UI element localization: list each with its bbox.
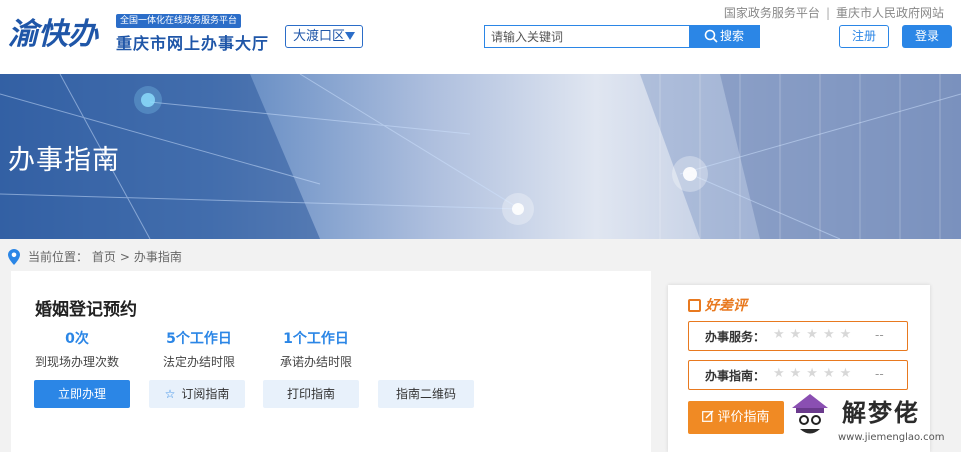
search-input[interactable] bbox=[485, 26, 691, 47]
rating-row-label: 办事服务： bbox=[705, 330, 766, 344]
rating-row-value: -- bbox=[875, 367, 884, 381]
edit-icon bbox=[702, 410, 714, 422]
search-bar: 搜索 bbox=[484, 25, 760, 48]
location-pin-icon bbox=[8, 249, 20, 265]
stat-label: 承诺办结时限 bbox=[279, 355, 352, 369]
stat-legal-limit: 5个工作日 法定办结时限 bbox=[161, 328, 237, 370]
subscribe-guide-button[interactable]: ☆ 订阅指南 bbox=[149, 380, 245, 408]
apply-now-button[interactable]: 立即办理 bbox=[34, 380, 130, 408]
site-header: 渝快办 全国一体化在线政务服务平台 重庆市网上办事大厅 大渡口区 搜索 国家政务… bbox=[0, 0, 961, 74]
logo-icon[interactable]: 渝快办 bbox=[6, 8, 114, 54]
subscribe-guide-label: 订阅指南 bbox=[181, 387, 230, 401]
stat-value: 1个工作日 bbox=[283, 331, 349, 347]
evaluate-guide-label: 评价指南 bbox=[717, 410, 770, 425]
watermark-url: www.jiemenglao.com bbox=[838, 432, 945, 443]
watermark-text: 解梦佬 bbox=[842, 399, 920, 427]
login-button[interactable]: 登录 bbox=[902, 25, 952, 48]
breadcrumb: 当前位置： 首页 > 办事指南 bbox=[0, 246, 182, 268]
print-guide-button[interactable]: 打印指南 bbox=[263, 380, 359, 408]
breadcrumb-separator: > bbox=[119, 250, 130, 264]
evaluate-guide-button[interactable]: 评价指南 bbox=[688, 401, 784, 434]
stat-visit-count: 0次 到现场办理次数 bbox=[35, 328, 119, 370]
star-outline-icon: ☆ bbox=[164, 387, 176, 401]
rating-title-text: 好差评 bbox=[705, 298, 747, 314]
banner-title: 办事指南 bbox=[8, 145, 120, 176]
link-national-platform[interactable]: 国家政务服务平台 bbox=[724, 6, 820, 20]
banner-decoration bbox=[0, 74, 961, 239]
logo-subtitle: 重庆市网上办事大厅 bbox=[116, 34, 270, 53]
service-card: 婚姻登记预约 0次 到现场办理次数 5个工作日 法定办结时限 1个工作日 承诺办… bbox=[11, 271, 651, 452]
top-links: 国家政务服务平台 | 重庆市人民政府网站 bbox=[724, 4, 944, 21]
rating-row-service: 办事服务： ★★★★★ -- bbox=[688, 321, 908, 351]
search-button[interactable]: 搜索 bbox=[689, 26, 759, 47]
region-label: 大渡口区 bbox=[293, 29, 346, 44]
service-title: 婚姻登记预约 bbox=[35, 300, 137, 320]
rating-icon bbox=[688, 299, 701, 312]
svg-text:渝快办: 渝快办 bbox=[8, 17, 99, 52]
rating-row-label: 办事指南： bbox=[705, 369, 766, 383]
stat-promise-limit: 1个工作日 承诺办结时限 bbox=[278, 328, 354, 370]
hero-banner: 办事指南 bbox=[0, 74, 961, 239]
triangle-down-icon bbox=[345, 32, 355, 40]
guide-qrcode-button[interactable]: 指南二维码 bbox=[378, 380, 474, 408]
rating-row-value: -- bbox=[875, 328, 884, 342]
link-city-government[interactable]: 重庆市人民政府网站 bbox=[836, 6, 944, 20]
search-icon bbox=[704, 29, 718, 43]
register-button[interactable]: 注册 bbox=[839, 25, 889, 48]
breadcrumb-current: 办事指南 bbox=[133, 250, 182, 264]
rating-title: 好差评 bbox=[688, 295, 747, 315]
logo-tagline: 全国一体化在线政务服务平台 bbox=[116, 14, 242, 28]
stat-label: 到现场办理次数 bbox=[35, 355, 120, 369]
rating-stars[interactable]: ★★★★★ bbox=[773, 366, 856, 381]
stat-value: 0次 bbox=[65, 331, 89, 347]
search-button-label: 搜索 bbox=[719, 29, 744, 43]
breadcrumb-home[interactable]: 首页 bbox=[92, 250, 116, 264]
region-selector[interactable]: 大渡口区 bbox=[285, 25, 363, 48]
rating-stars[interactable]: ★★★★★ bbox=[773, 327, 856, 342]
stat-label: 法定办结时限 bbox=[162, 355, 235, 369]
breadcrumb-label: 当前位置： bbox=[28, 250, 89, 264]
link-separator: | bbox=[825, 6, 830, 20]
stat-value: 5个工作日 bbox=[166, 331, 232, 347]
